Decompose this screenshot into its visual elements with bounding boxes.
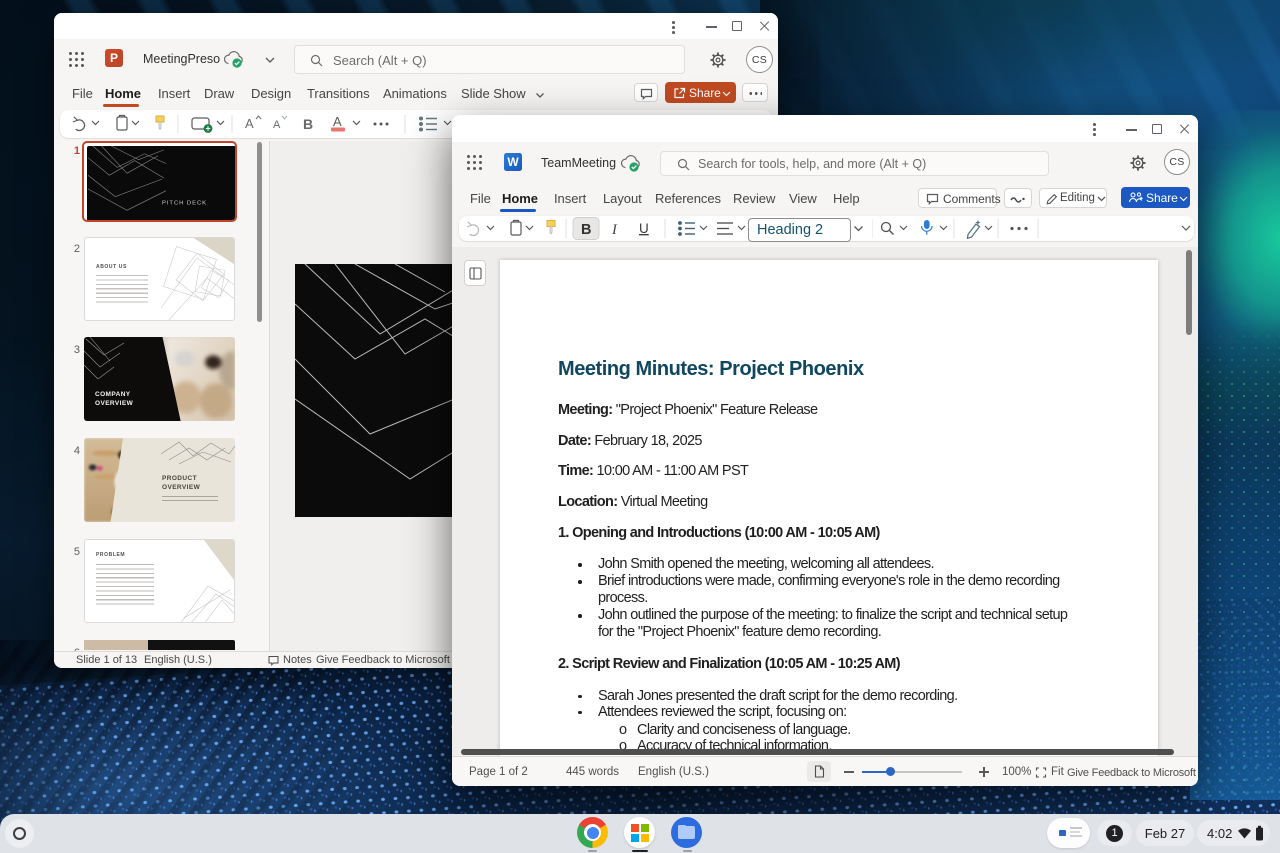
svg-text:U: U	[639, 221, 649, 236]
svg-text:A: A	[333, 114, 342, 129]
svg-text:A: A	[245, 116, 254, 131]
svg-text:I: I	[611, 222, 618, 238]
svg-text:A: A	[273, 119, 281, 131]
svg-text:B: B	[303, 116, 313, 132]
svg-text:B: B	[581, 222, 591, 238]
svg-text:PITCH DECK: PITCH DECK	[162, 200, 207, 206]
